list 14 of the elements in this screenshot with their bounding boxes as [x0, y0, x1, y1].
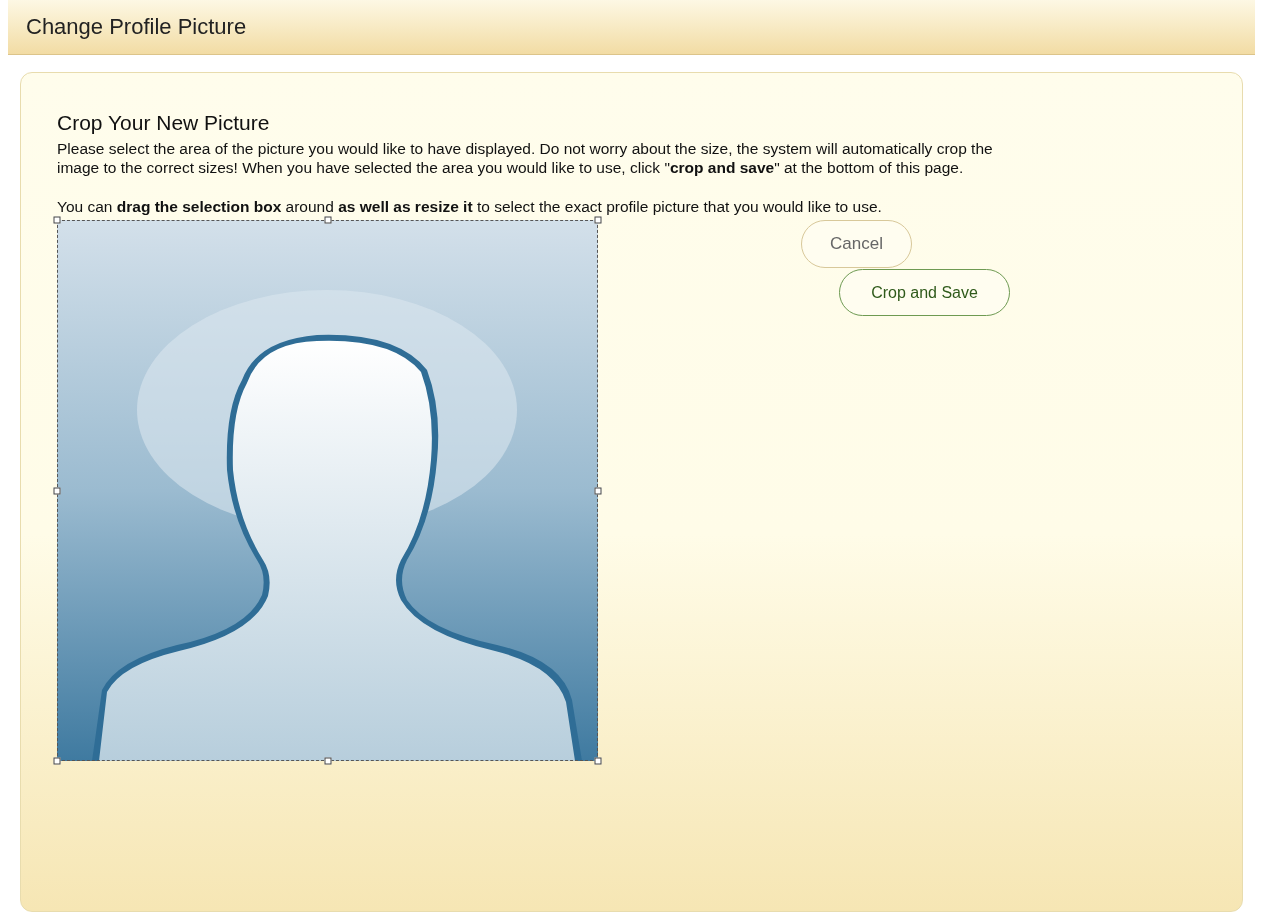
resize-handle[interactable] — [53, 487, 61, 494]
resize-handle[interactable] — [324, 757, 331, 765]
resize-handle[interactable] — [594, 757, 602, 765]
instruction-text: Please select the area of the picture you would like to have displayed. Do not worry about the size, the system will automatically crop the image to the correct sizes! When you have selected the area you would like to use, click "crop and save" at the bottom of this page. — [57, 139, 994, 177]
cancel-button[interactable]: Cancel — [801, 220, 912, 268]
resize-handle[interactable] — [324, 216, 331, 224]
resize-handle[interactable] — [53, 757, 61, 765]
resize-handle[interactable] — [594, 216, 602, 224]
instruction-text: You can drag the selection box around as well as resize it to select the exact profile picture that you would like to use. — [57, 197, 883, 216]
resize-handle[interactable] — [53, 216, 61, 224]
resize-handle[interactable] — [594, 487, 602, 494]
crop-and-save-button[interactable]: Crop and Save — [839, 269, 1010, 316]
page-title: Change Profile Picture — [26, 14, 247, 40]
section-title: Crop Your New Picture — [57, 111, 271, 135]
